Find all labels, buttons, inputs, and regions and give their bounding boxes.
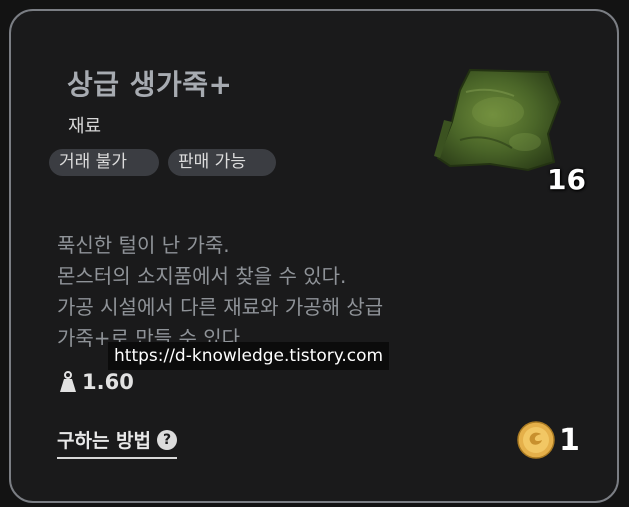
item-name: 상급 생가죽+: [67, 68, 233, 101]
weight-value: 1.60: [82, 370, 134, 394]
item-description: 푹신한 털이 난 가죽. 몬스터의 소지품에서 찾을 수 있다. 가공 시설에서…: [57, 230, 527, 354]
how-to-obtain-label: 구하는 방법: [57, 430, 152, 452]
item-count: 16: [547, 163, 586, 196]
item-category: 재료: [68, 116, 102, 137]
description-line: 푹신한 털이 난 가죽.: [57, 233, 230, 257]
weight-icon: [60, 371, 76, 392]
price-value: 1: [559, 422, 580, 458]
tag-sellable: 판매 가능: [168, 149, 276, 176]
item-weight: 1.60: [59, 368, 134, 396]
help-icon: ?: [157, 429, 178, 450]
description-line: 몬스터의 소지품에서 찾을 수 있다.: [57, 264, 347, 288]
description-line: 가공 시설에서 다른 재료와 가공해 상급: [57, 295, 384, 319]
how-to-obtain-link[interactable]: 구하는 방법 ?: [57, 426, 178, 459]
tag-untradeable: 거래 불가: [49, 149, 159, 176]
coin-icon: [517, 421, 555, 459]
item-price: 1: [517, 421, 580, 459]
watermark-url: https://d-knowledge.tistory.com: [108, 342, 390, 370]
